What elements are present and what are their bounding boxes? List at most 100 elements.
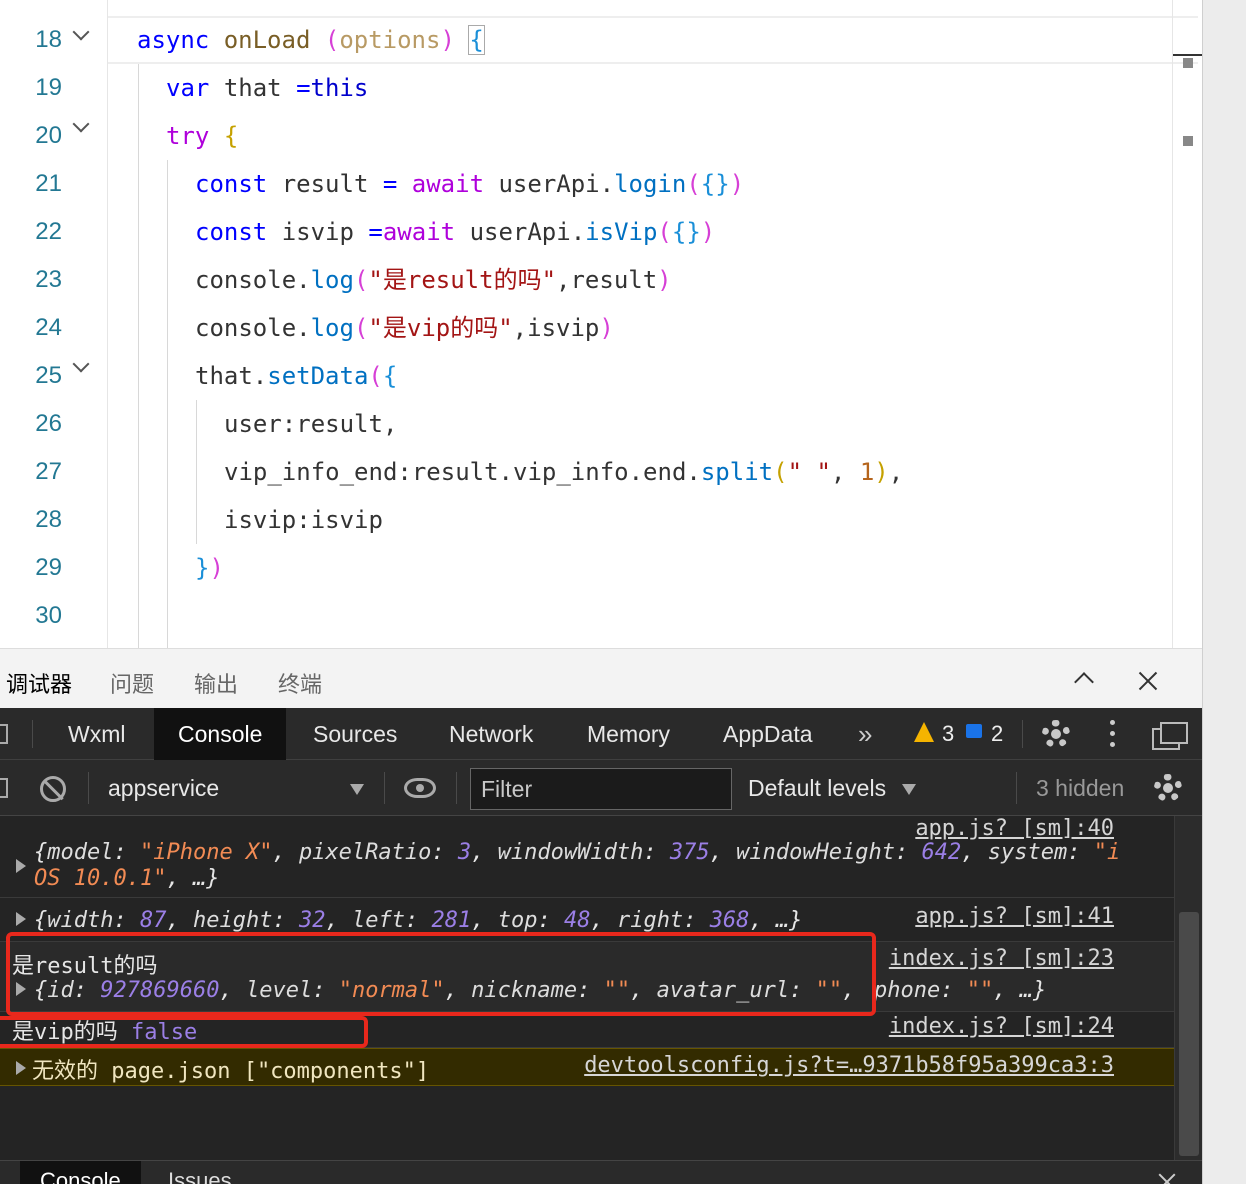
code-line-23: console.log("是result的吗",result) [195, 266, 672, 294]
message-icon[interactable] [966, 724, 982, 738]
console-output[interactable]: app.js? [sm]:40 {model: "iPhone X", pixe… [0, 816, 1202, 1160]
code-line-26: user:result, [224, 410, 398, 438]
expand-triangle-icon[interactable] [16, 859, 26, 873]
line-number: 18 [35, 26, 62, 53]
scroll-thumb[interactable] [1179, 912, 1199, 1156]
fold-chevron-icon[interactable] [70, 344, 94, 392]
message-count[interactable]: 2 [991, 708, 1003, 760]
indent-guide [167, 160, 168, 648]
more-options-icon[interactable] [1104, 720, 1120, 748]
code-line-24: console.log("是vip的吗",isvip) [195, 314, 614, 342]
console-toolbar: appservice Default levels 3 hidden [0, 760, 1202, 816]
dropdown-arrow-icon [902, 784, 916, 795]
console-object[interactable]: {width: 87, height: 32, left: 281, top: … [34, 908, 802, 933]
code-line-21: const result = await userApi.login({}) [195, 170, 745, 198]
code-line-29: }) [195, 554, 224, 582]
console-warning: devtoolsconfig.js?t=…9371b58f95a399ca3:3… [0, 1048, 1174, 1086]
line-number: 19 [35, 74, 62, 101]
scroll-mark [1183, 58, 1193, 68]
scroll-position-marker [1173, 54, 1202, 56]
console-object-tail: phone: "", …} [874, 978, 1047, 1003]
code-line-25: that.setData({ [195, 362, 398, 390]
tab-network[interactable]: Network [449, 708, 533, 760]
tab-memory[interactable]: Memory [587, 708, 670, 760]
drawer-tab-console[interactable]: Console [20, 1161, 141, 1184]
source-link[interactable]: index.js? [sm]:23 [889, 946, 1114, 971]
code-line-22: const isvip =await userApi.isVip({}) [195, 218, 716, 246]
expand-triangle-icon[interactable] [16, 1061, 26, 1075]
drawer-tab-issues[interactable]: Issues [148, 1161, 252, 1184]
highlight-box [6, 932, 876, 1016]
tab-problems[interactable]: 问题 [110, 667, 154, 699]
console-object-wrap: OS 10.0.1", …} [34, 866, 220, 891]
line-number: 20 [35, 122, 62, 149]
sidebar-toggle-icon[interactable] [0, 778, 8, 798]
context-label: appservice [108, 775, 220, 801]
code-line-27: vip_info_end:result.vip_info.end.split("… [224, 458, 904, 486]
expand-triangle-icon[interactable] [16, 912, 26, 926]
settings-gear-icon[interactable] [1042, 720, 1070, 748]
divider [1016, 772, 1017, 804]
fold-chevron-icon[interactable] [70, 104, 94, 152]
dropdown-arrow-icon [350, 784, 364, 795]
line-number: 27 [35, 458, 62, 485]
tab-wxml[interactable]: Wxml [68, 708, 125, 760]
divider [1022, 720, 1023, 748]
line-number: 22 [35, 218, 62, 245]
tab-terminal[interactable]: 终端 [278, 667, 322, 699]
code-editor[interactable]: 18 19 20 21 22 23 24 25 26 27 28 29 30 a… [0, 0, 1202, 648]
clear-console-icon[interactable] [40, 776, 66, 802]
code-area[interactable]: async onLoad (options) { var that =this … [108, 0, 1198, 648]
line-number: 30 [35, 602, 62, 629]
window-edge [1202, 0, 1246, 1184]
fold-chevron-icon[interactable] [70, 12, 94, 60]
tab-debugger[interactable]: 调试器 [6, 667, 72, 699]
divider [88, 772, 89, 804]
hidden-messages-count: 3 hidden [1036, 775, 1125, 801]
source-link[interactable]: app.js? [sm]:41 [915, 904, 1114, 929]
tab-sources[interactable]: Sources [313, 708, 397, 760]
undock-icon[interactable] [1152, 722, 1188, 750]
console-object[interactable]: {model: "iPhone X", pixelRatio: 3, windo… [34, 840, 1120, 865]
live-expression-eye-icon[interactable] [404, 778, 436, 798]
console-settings-gear-icon[interactable] [1154, 774, 1182, 802]
inspect-element-icon[interactable] [0, 724, 8, 744]
tab-output[interactable]: 输出 [194, 667, 238, 699]
divider [384, 772, 385, 804]
tab-console[interactable]: Console [154, 708, 287, 760]
filter-input[interactable] [470, 768, 732, 810]
tab-appdata[interactable]: AppData [723, 708, 813, 760]
line-number: 25 [35, 362, 62, 389]
console-message: app.js? [sm]:40 {model: "iPhone X", pixe… [0, 816, 1174, 898]
line-number: 24 [35, 314, 62, 341]
code-line-20: try { [166, 122, 239, 150]
line-number: 29 [35, 554, 62, 581]
code-line-19: var that =this [166, 74, 369, 102]
source-link[interactable]: app.js? [sm]:40 [915, 816, 1114, 841]
scroll-mark [1183, 136, 1193, 146]
close-drawer-icon[interactable] [1156, 1171, 1178, 1184]
line-gutter: 18 19 20 21 22 23 24 25 26 27 28 29 30 [0, 0, 108, 648]
indent-guide [196, 400, 197, 544]
devtools-tab-bar: Wxml Console Sources Network Memory AppD… [0, 708, 1202, 760]
divider [456, 772, 457, 804]
code-line-28: isvip:isvip [224, 506, 383, 534]
warning-count[interactable]: 3 [942, 708, 954, 760]
context-selector[interactable]: appservice [92, 760, 380, 816]
source-link[interactable]: index.js? [sm]:24 [889, 1014, 1114, 1039]
code-line-18: async onLoad (options) { [137, 25, 485, 55]
console-scrollbar[interactable] [1174, 816, 1202, 1160]
source-link[interactable]: devtoolsconfig.js?t=…9371b58f95a399ca3:3 [584, 1053, 1114, 1078]
line-number: 26 [35, 410, 62, 437]
close-panel-icon[interactable] [1136, 669, 1160, 693]
maximize-panel-icon[interactable] [1072, 667, 1096, 691]
drawer-tab-bar: Console Issues [0, 1160, 1202, 1184]
warning-text: 无效的 page.json ["components"] [32, 1059, 430, 1084]
highlight-box [0, 1016, 368, 1048]
log-levels-dropdown[interactable]: Default levels [748, 760, 886, 816]
line-number: 21 [35, 170, 62, 197]
line-number: 28 [35, 506, 62, 533]
warning-icon[interactable] [914, 722, 934, 742]
more-tabs-icon[interactable]: » [858, 708, 872, 760]
editor-scrollbar[interactable] [1172, 0, 1202, 648]
